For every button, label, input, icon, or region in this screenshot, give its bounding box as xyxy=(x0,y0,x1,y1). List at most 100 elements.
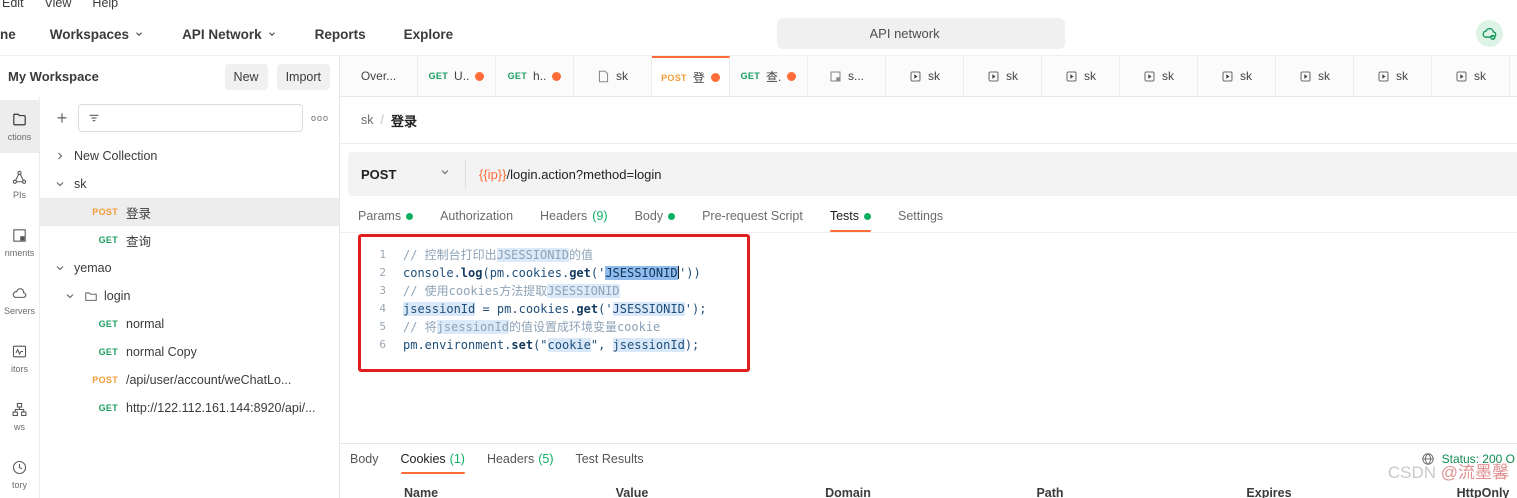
add-collection-button[interactable]: + xyxy=(50,108,74,129)
tree-login[interactable]: login xyxy=(40,282,339,310)
request-tab-body[interactable]: Body xyxy=(635,209,676,232)
rail-history[interactable]: tory xyxy=(0,448,39,498)
code-line-1: 1 // 控制台打印出JSESSIONID的值 xyxy=(368,246,706,264)
tab-u-1[interactable]: GET U.. xyxy=(418,56,496,96)
sidebar: ctions PIs nments Servers itors ws tory + ooo … xyxy=(0,97,340,498)
tab-sk-12[interactable]: sk xyxy=(1276,56,1354,96)
tab-sk-10[interactable]: sk xyxy=(1120,56,1198,96)
nav-reports[interactable]: Reports xyxy=(315,27,366,42)
tree-item-label: 登录 xyxy=(126,206,152,221)
request-tab-headers[interactable]: Headers (9) xyxy=(540,209,608,232)
rail-label: ctions xyxy=(7,132,32,142)
response-tab-label: Cookies xyxy=(400,452,446,466)
tab-label: sk xyxy=(1474,69,1486,83)
unsaved-dot xyxy=(787,71,797,81)
response-tab-label: Body xyxy=(350,452,379,466)
rail-apis[interactable]: PIs xyxy=(0,158,39,211)
workspace-bar: My Workspace New Import xyxy=(0,56,340,97)
line-number: 2 xyxy=(379,266,386,279)
search-input[interactable] xyxy=(869,26,980,41)
import-button[interactable]: Import xyxy=(276,63,330,90)
rail-label: ws xyxy=(14,422,25,432)
play-icon xyxy=(1455,70,1468,83)
chevron-down-icon xyxy=(134,29,144,39)
tests-script-editor[interactable]: 1// 控制台打印出JSESSIONID的值 2 console.log(pm.co… xyxy=(340,233,1517,383)
code-segment: // 控制台打印出 xyxy=(403,248,497,262)
code-line-2: 2 console.log(pm.cookies.get('JSESSIONID '… xyxy=(368,264,706,282)
code-line-4: 4 jsessionId = pm.cookies.get('JSESSIONID… xyxy=(368,300,706,318)
rail-monitors[interactable]: itors xyxy=(0,332,39,385)
request-tab-settings[interactable]: Settings xyxy=(898,209,943,232)
url-input[interactable]: {{ip}}/login.action?method=login xyxy=(466,167,1517,182)
new-button[interactable]: New xyxy=(224,63,268,90)
response-tab-cookies[interactable]: Cookies (1) xyxy=(400,452,466,474)
cloud-status-button[interactable] xyxy=(1476,20,1503,47)
rail-environments[interactable]: nments xyxy=(0,216,39,269)
nav-workspaces[interactable]: Workspaces xyxy=(50,27,144,42)
code-segment: jsessionId xyxy=(403,302,476,316)
response-tab-headers[interactable]: Headers (5) xyxy=(487,452,554,474)
breadcrumb-collection[interactable]: sk xyxy=(361,113,374,127)
code-segment: log xyxy=(460,266,483,280)
apis-icon xyxy=(11,169,28,186)
code-line-6: 6 pm.environment.set("cookie", jsessionId… xyxy=(368,336,706,354)
tree-new-collection[interactable]: New Collection xyxy=(40,142,339,170)
request-tab-tests[interactable]: Tests xyxy=(829,209,872,232)
tree-登录[interactable]: POST 登录 xyxy=(40,198,339,226)
tab-sk-7[interactable]: sk xyxy=(886,56,964,96)
rail-collections[interactable]: ctions xyxy=(0,100,39,153)
tab-s-6[interactable]: s... xyxy=(808,56,886,96)
filter-collections-input[interactable] xyxy=(107,111,294,125)
tree-yemao[interactable]: yemao xyxy=(40,254,339,282)
nav-api-network[interactable]: API Network xyxy=(182,27,277,42)
rail-mock-servers[interactable]: Servers xyxy=(0,274,39,327)
tree-item-label: /api/user/account/weChatLo... xyxy=(126,373,292,387)
tree-item-label: sk xyxy=(74,177,87,191)
response-tab-test-results[interactable]: Test Results xyxy=(575,452,643,474)
method-select[interactable]: POST xyxy=(348,165,465,183)
code-segment: pm.environment. xyxy=(403,338,512,352)
tree-查询[interactable]: GET 查询 xyxy=(40,226,339,254)
tab-label: sk xyxy=(1006,69,1018,83)
more-options-icon[interactable]: ooo xyxy=(311,113,329,123)
request-tab-authorization[interactable]: Authorization xyxy=(440,209,513,232)
tree-normal-copy[interactable]: GET normal Copy xyxy=(40,338,339,366)
request-tab-params[interactable]: Params xyxy=(358,209,414,232)
rail-flows[interactable]: ws xyxy=(0,390,39,443)
tab-sk-3[interactable]: sk xyxy=(574,56,652,96)
line-number: 1 xyxy=(379,248,386,261)
tree-http-122-112-161-144-8920-ap[interactable]: GET http://122.112.161.144:8920/api/... xyxy=(40,394,339,422)
search-bar[interactable] xyxy=(777,18,1065,49)
tree-sk[interactable]: sk xyxy=(40,170,339,198)
tab-sk-13[interactable]: sk xyxy=(1354,56,1432,96)
method-badge: GET xyxy=(98,347,118,357)
tab-查-5[interactable]: GET 查. xyxy=(730,56,808,96)
rail-label: Servers xyxy=(3,306,35,316)
tab-sk-14[interactable]: sk xyxy=(1432,56,1510,96)
code-segment: get xyxy=(576,302,599,316)
menu-view[interactable]: View xyxy=(45,0,72,10)
tab-登-4[interactable]: POST 登 xyxy=(652,56,730,96)
tab-label: U.. xyxy=(454,69,470,83)
filter-collections-box[interactable] xyxy=(78,104,303,132)
nav-explore[interactable]: Explore xyxy=(404,27,454,42)
workspace-title[interactable]: My Workspace xyxy=(8,69,225,84)
tab-sk-11[interactable]: sk xyxy=(1198,56,1276,96)
modified-dot xyxy=(668,212,676,220)
menu-help[interactable]: Help xyxy=(92,0,118,10)
column-header-httponly: HttpOnly xyxy=(1456,486,1510,498)
tree-normal[interactable]: GET normal xyxy=(40,310,339,338)
request-tab-label: Params xyxy=(358,209,402,223)
response-tab-body[interactable]: Body xyxy=(350,452,379,474)
menu-edit[interactable]: Edit xyxy=(2,0,24,10)
request-tab-pre-request-script[interactable]: Pre-request Script xyxy=(702,209,803,232)
code-segment: set xyxy=(511,338,534,352)
nav-home[interactable]: ne xyxy=(0,27,16,42)
tab-sk-9[interactable]: sk xyxy=(1042,56,1120,96)
tab-over-0[interactable]: Over... xyxy=(340,56,418,96)
code-segment: 的值 xyxy=(568,248,593,262)
code-segment: (" xyxy=(533,338,548,352)
tab-h-2[interactable]: GET h.. xyxy=(496,56,574,96)
tab-sk-8[interactable]: sk xyxy=(964,56,1042,96)
tree-api-user-account-wechatlo[interactable]: POST/api/user/account/weChatLo... xyxy=(40,366,339,394)
